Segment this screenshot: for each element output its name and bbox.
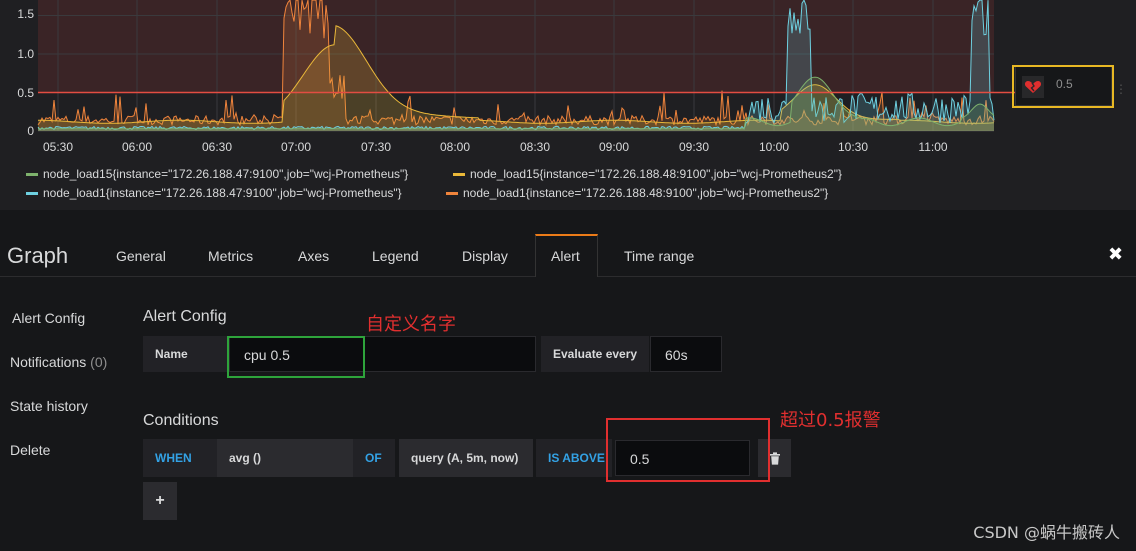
legend-swatch: [26, 172, 38, 176]
legend-item[interactable]: node_load15{instance="172.26.188.47:9100…: [26, 167, 408, 181]
legend-swatch: [26, 191, 38, 195]
legend-swatch: [446, 191, 458, 195]
y-tick: 1.5: [17, 7, 34, 21]
sidebar-item-label: Alert Config: [12, 310, 86, 326]
editor-title: Graph: [7, 243, 69, 268]
x-tick: 06:30: [201, 140, 233, 154]
sidebar-item-state-history[interactable]: State history: [10, 398, 88, 414]
sidebar-item-label: Delete: [10, 442, 51, 458]
legend-swatch: [453, 172, 465, 176]
conditions-title: Conditions: [143, 412, 219, 429]
legend-label: node_load1{instance="172.26.188.47:9100"…: [43, 186, 402, 200]
name-highlight-box: [227, 336, 365, 378]
x-tick: 07:30: [360, 140, 392, 154]
notification-count: (0): [90, 354, 108, 370]
tab-display[interactable]: Display: [462, 248, 508, 264]
x-tick: 05:30: [42, 140, 74, 154]
sidebar-item-label: Notifications: [10, 354, 87, 370]
when-keyword: WHEN: [143, 439, 217, 477]
name-label: Name: [143, 336, 228, 372]
legend-item[interactable]: node_load15{instance="172.26.188.48:9100…: [453, 167, 842, 181]
x-tick: 10:00: [758, 140, 790, 154]
x-tick: 09:00: [598, 140, 630, 154]
watermark: CSDN @蜗牛搬砖人: [973, 523, 1120, 542]
sidebar-item-notifications[interactable]: Notifications (0): [10, 354, 107, 370]
tab-axes[interactable]: Axes: [298, 248, 329, 264]
legend-label: node_load15{instance="172.26.188.48:9100…: [470, 167, 842, 181]
evaluate-every-input[interactable]: 60s: [650, 336, 722, 372]
legend-label: node_load15{instance="172.26.188.47:9100…: [43, 167, 409, 181]
alert-region: [38, 0, 994, 93]
y-tick: 0: [27, 124, 34, 138]
x-tick: 06:00: [121, 140, 153, 154]
threshold-annotation: 超过0.5报警: [780, 410, 881, 431]
alert-config-title: Alert Config: [143, 308, 227, 325]
tab-general[interactable]: General: [116, 248, 166, 264]
handle-highlight-box: [1012, 65, 1114, 108]
trash-icon: [769, 452, 780, 465]
tab-alert[interactable]: Alert: [551, 248, 580, 264]
x-tick: 09:30: [678, 140, 710, 154]
x-tick: 10:30: [837, 140, 869, 154]
x-tick: 11:00: [918, 140, 948, 154]
y-tick: 1.0: [17, 47, 34, 61]
tab-metrics[interactable]: Metrics: [208, 248, 253, 264]
tab-time-range[interactable]: Time range: [624, 248, 694, 264]
close-icon[interactable]: ✖: [1108, 244, 1123, 265]
graph-panel: 1.5 1.0 0.5 0 05:30 06:00 06:30 07:00 07…: [0, 0, 1136, 210]
x-tick: 08:30: [519, 140, 551, 154]
legend-item[interactable]: node_load1{instance="172.26.188.47:9100"…: [26, 186, 402, 200]
reducer-select[interactable]: avg (): [217, 439, 353, 477]
evaluator-select[interactable]: IS ABOVE: [536, 439, 612, 477]
legend-label: node_load1{instance="172.26.188.48:9100"…: [463, 186, 829, 200]
evaluate-every-label: Evaluate every: [541, 336, 649, 372]
sidebar-item-alert-config[interactable]: Alert Config: [12, 310, 85, 326]
add-condition-button[interactable]: +: [143, 482, 177, 520]
threshold-highlight-box: [606, 418, 770, 482]
name-annotation: 自定义名字: [366, 314, 456, 335]
tab-legend[interactable]: Legend: [372, 248, 419, 264]
y-tick: 0.5: [17, 86, 34, 100]
legend-item[interactable]: node_load1{instance="172.26.188.48:9100"…: [446, 186, 828, 200]
of-keyword: OF: [353, 439, 395, 477]
x-tick: 08:00: [439, 140, 471, 154]
drag-handle-icon[interactable]: ⋮: [1115, 82, 1127, 96]
sidebar-item-label: State history: [10, 398, 88, 414]
x-tick: 07:00: [280, 140, 312, 154]
sidebar-item-delete[interactable]: Delete: [10, 442, 50, 458]
query-select[interactable]: query (A, 5m, now): [399, 439, 533, 477]
